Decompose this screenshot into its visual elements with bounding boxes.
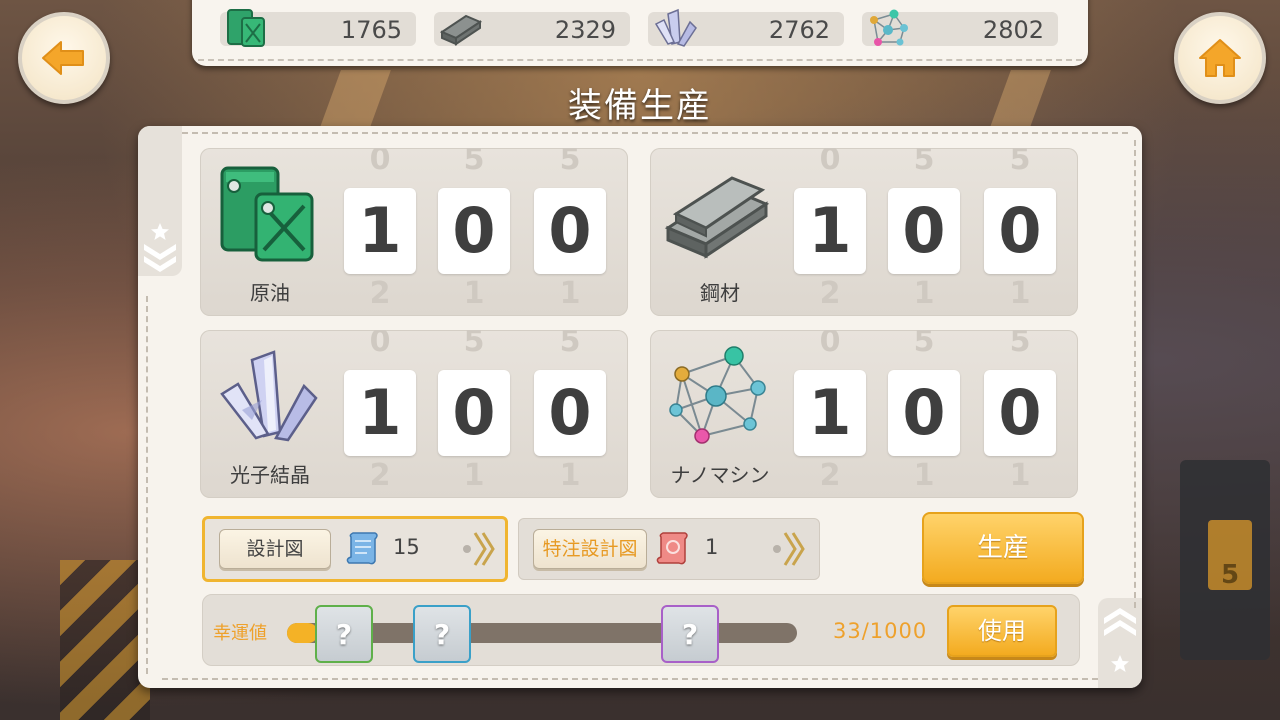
nanomachine-label: ナノマシン [670,463,770,487]
ghost-digit: 1 [1009,276,1031,311]
steel-digit-tens[interactable]: 0 [888,188,960,274]
luck-progress-fill [287,623,318,643]
ghost-digit: 1 [559,276,581,311]
special-blueprint-selector[interactable]: 特注設計図 1 [518,518,820,580]
nanomachine-digit-tens[interactable]: 0 [888,370,960,456]
crate: 5 [1180,460,1270,660]
ghost-digit: 1 [913,458,935,493]
ghost-digit: 5 [1009,330,1031,359]
chevron-down-icon [144,244,176,272]
ghost-digit: 1 [463,276,485,311]
ghost-digit: 5 [463,148,485,177]
ghost-digit: 0 [819,148,841,177]
ghost-digit: 1 [1009,458,1031,493]
luck-score: 33/1000 [833,619,928,643]
crystal-label: 光子結晶 [230,463,310,487]
produce-button[interactable]: 生産 [922,512,1084,584]
steel-label: 鋼材 [700,281,740,305]
ghost-digit: 5 [913,148,935,177]
special-blueprint-button[interactable]: 特注設計図 [533,529,647,569]
panel-side-tab-left [138,126,182,276]
chevron-right-icon [783,532,805,566]
ghost-digit: 2 [819,458,841,493]
fuel-digit-hundreds[interactable]: 1 [344,188,416,274]
ghost-digit: 0 [819,330,841,359]
steel-card: 鋼材 0 5 5 1 0 0 2 1 1 [650,148,1078,316]
crystal-digit-tens[interactable]: 0 [438,370,510,456]
steel-amount: 2329 [554,16,616,44]
crystal-card: 光子結晶 0 5 5 1 0 0 2 1 1 [200,330,628,498]
star-icon [151,223,169,240]
luck-reward-3[interactable]: ? [661,605,719,663]
blueprint-button[interactable]: 設計図 [219,529,331,569]
resource-nanomachine: 2802 [862,9,1058,46]
crystal-amount: 2762 [768,16,830,44]
fuel-amount: 1765 [340,16,402,44]
nanomachine-icon [870,9,908,46]
resource-fuel: 1765 [220,9,416,47]
ghost-digit: 1 [559,458,581,493]
ghost-digit: 2 [369,276,391,311]
nanomachine-icon [669,346,766,444]
luck-reward-2[interactable]: ? [413,605,471,663]
nanomachine-amount: 2802 [982,16,1044,44]
crystal-icon [654,8,697,47]
nanomachine-digit-ones[interactable]: 0 [984,370,1056,456]
use-button[interactable]: 使用 [947,605,1057,657]
steel-digit-hundreds[interactable]: 1 [794,188,866,274]
ghost-digit: 0 [369,148,391,177]
fuel-digit-ones[interactable]: 0 [534,188,606,274]
panel-side-tab-right [1098,598,1142,688]
fuel-card: 原油 0 5 5 1 0 0 2 1 1 [200,148,628,316]
ghost-digit: 5 [1009,148,1031,177]
nanomachine-digit-hundreds[interactable]: 1 [794,370,866,456]
arrow-left-icon [42,41,84,75]
luck-reward-1[interactable]: ? [315,605,373,663]
production-panel: 原油 0 5 5 1 0 0 2 1 1 鋼材 0 5 5 1 0 0 2 1 … [138,126,1142,688]
special-blueprint-count: 1 [705,535,719,559]
ghost-digit: 1 [913,276,935,311]
ghost-digit: 1 [463,458,485,493]
fuel-icon [220,166,314,262]
fuel-label: 原油 [250,281,290,305]
resource-steel: 2329 [434,12,630,46]
ghost-digit: 0 [369,330,391,359]
page-title: 装備生産 [568,86,712,126]
crystal-digit-hundreds[interactable]: 1 [344,370,416,456]
ghost-digit: 2 [819,276,841,311]
ghost-digit: 5 [559,330,581,359]
steel-icon [664,176,770,259]
resource-crystal: 2762 [648,8,844,47]
ghost-digit: 2 [369,458,391,493]
ghost-digit: 5 [559,148,581,177]
chevron-up-icon [1104,608,1136,636]
star-icon [1111,655,1129,672]
steel-digit-ones[interactable]: 0 [984,188,1056,274]
steel-icon [439,14,483,46]
resource-bar: 1765 2329 2762 2802 [192,0,1088,66]
blueprint-count: 15 [393,535,420,559]
ghost-digit: 5 [463,330,485,359]
scroll-red-icon [656,532,688,565]
fuel-digit-tens[interactable]: 0 [438,188,510,274]
fuel-icon [227,9,265,47]
nanomachine-card: ナノマシン 0 5 5 1 0 0 2 1 1 [650,330,1078,498]
luck-row: 幸運値 ? ? ? 33/1000 使用 [202,594,1080,666]
blueprint-selector[interactable]: 設計図 15 [202,516,508,582]
crystal-icon [220,350,318,442]
scroll-blue-icon [346,532,378,565]
luck-label: 幸運値 [213,623,267,644]
crystal-digit-ones[interactable]: 0 [534,370,606,456]
hazard-stripes [60,560,150,720]
home-icon [1199,39,1241,77]
ghost-digit: 5 [913,330,935,359]
chevron-right-icon [473,532,495,566]
